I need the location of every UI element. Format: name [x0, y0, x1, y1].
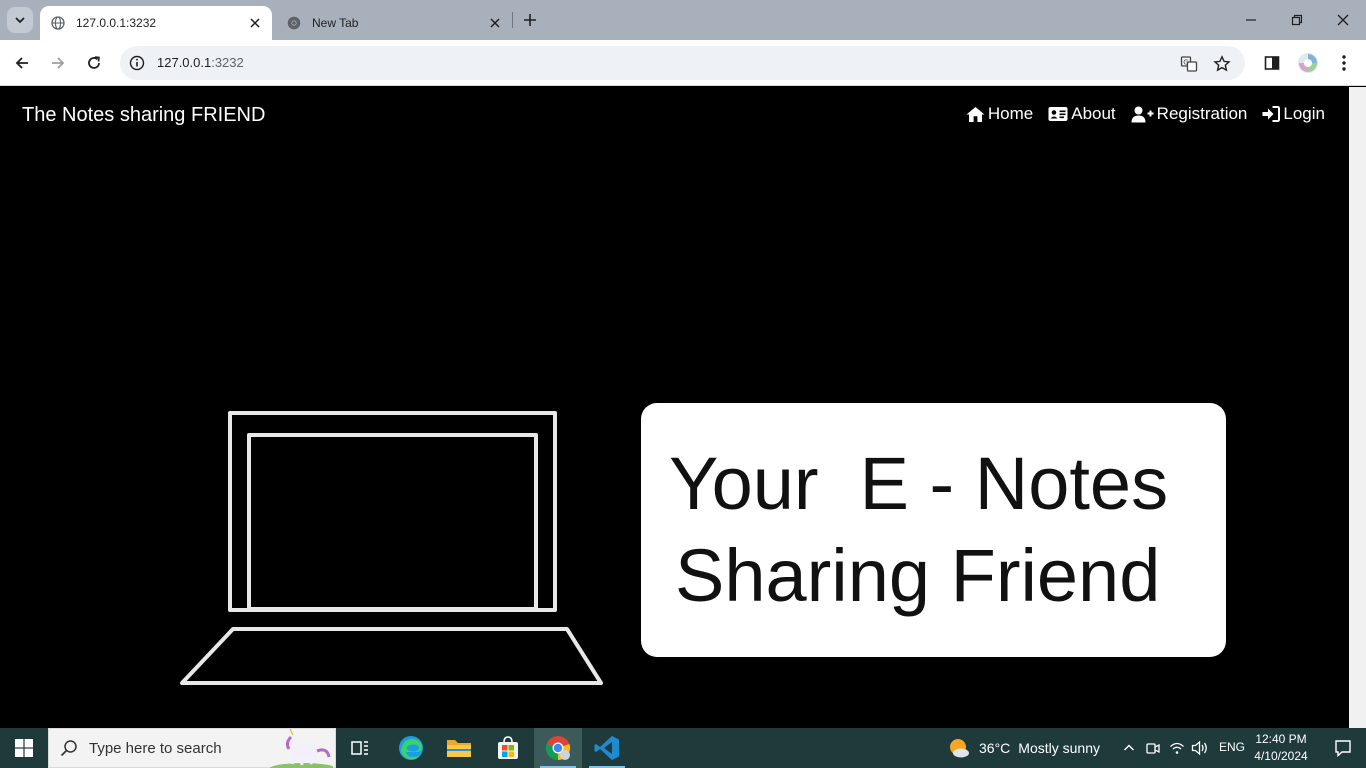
notification-center-button[interactable]: [1320, 728, 1366, 768]
page-scrollbar[interactable]: [1349, 87, 1366, 728]
hero-title-line-1: Your E - Notes: [669, 442, 1169, 525]
chevron-up-icon[interactable]: [1119, 738, 1139, 758]
laptop-illustration: [180, 411, 603, 685]
volume-icon[interactable]: [1190, 738, 1210, 758]
nav-login[interactable]: Login: [1262, 104, 1325, 124]
start-button[interactable]: [0, 728, 48, 768]
system-clock[interactable]: 12:40 PM 4/10/2024: [1252, 731, 1310, 765]
input-language[interactable]: ENG: [1219, 740, 1245, 754]
site-brand[interactable]: The Notes sharing FRIEND: [22, 104, 265, 127]
minimize-icon: [1246, 19, 1256, 21]
avatar: [1298, 53, 1318, 73]
taskbar-search[interactable]: Type here to search: [48, 728, 336, 768]
search-placeholder: Type here to search: [89, 739, 222, 757]
windows-logo-icon: [15, 739, 33, 757]
meet-now-icon[interactable]: [1143, 738, 1163, 758]
hero-title-line-2: Sharing Friend: [675, 534, 1161, 617]
more-vert-icon: [1342, 55, 1346, 71]
back-button[interactable]: [8, 49, 36, 77]
restore-icon: [1291, 14, 1303, 26]
arrow-left-icon: [15, 57, 28, 69]
close-icon[interactable]: [246, 14, 264, 32]
forward-button[interactable]: [44, 49, 72, 77]
store-icon: [498, 736, 518, 759]
reload-button[interactable]: [80, 49, 108, 77]
vscode-icon: [594, 736, 619, 760]
reload-icon: [88, 56, 100, 69]
hero-banner: Your E - Notes Sharing Friend: [641, 403, 1226, 657]
profile-button[interactable]: [1294, 49, 1322, 77]
chrome-icon: [286, 15, 302, 31]
sign-in-icon: [1262, 106, 1281, 122]
edge-icon: [399, 736, 423, 760]
address-url[interactable]: 127.0.0.1:3232: [157, 55, 244, 70]
chrome-icon: [545, 736, 571, 761]
tab-title: 127.0.0.1:3232: [76, 16, 157, 30]
globe-icon: [50, 15, 66, 31]
file-explorer-icon: [447, 740, 471, 757]
nav-login-label: Login: [1283, 104, 1325, 123]
tab-title: New Tab: [312, 16, 359, 30]
info-icon[interactable]: [128, 54, 146, 72]
clock-date: 4/10/2024: [1254, 749, 1308, 763]
file-explorer-app[interactable]: [435, 728, 483, 768]
side-panel-icon: [1264, 56, 1280, 70]
star-icon[interactable]: [1212, 54, 1232, 74]
url-host: 127.0.0.1: [157, 55, 212, 70]
close-icon: [1337, 14, 1349, 26]
nav-about[interactable]: About: [1048, 104, 1116, 124]
id-card-icon: [1048, 107, 1068, 121]
notification-icon: [1335, 740, 1351, 757]
svg-text:G: G: [1183, 59, 1188, 67]
browser-toolbar: 127.0.0.1:3232 G: [0, 40, 1366, 86]
clock-time: 12:40 PM: [1255, 732, 1307, 746]
nav-home[interactable]: Home: [966, 104, 1033, 124]
chevron-down-icon: [15, 17, 25, 24]
menu-button[interactable]: [1330, 49, 1358, 77]
nav-registration-label: Registration: [1156, 104, 1248, 123]
nav-home-label: Home: [987, 104, 1034, 123]
nav-about-label: About: [1071, 104, 1116, 123]
vscode-app[interactable]: [583, 728, 631, 768]
translate-icon[interactable]: G: [1179, 54, 1199, 74]
restore-button[interactable]: [1274, 6, 1320, 34]
task-view-icon: [351, 741, 368, 755]
web-page: The Notes sharing FRIEND Home About Regi…: [0, 87, 1349, 728]
arrow-right-icon: [52, 57, 65, 69]
edge-app[interactable]: [387, 728, 435, 768]
side-panel-button[interactable]: [1258, 49, 1286, 77]
sun-cloud-icon: [950, 739, 969, 758]
wifi-icon[interactable]: [1167, 738, 1187, 758]
weather-widget[interactable]: 36°C Mostly sunny: [947, 728, 1100, 768]
url-port: :3232: [211, 55, 244, 70]
search-icon: [49, 728, 89, 768]
tab-separator: [512, 12, 513, 28]
main-nav: Home About Registration Login: [966, 104, 1325, 124]
tab-new-tab[interactable]: New Tab: [276, 6, 512, 40]
task-view-button[interactable]: [336, 728, 384, 768]
address-bar[interactable]: 127.0.0.1:3232 G: [120, 46, 1245, 80]
user-plus-icon: [1131, 106, 1154, 122]
home-icon: [966, 106, 985, 122]
close-window-button[interactable]: [1320, 6, 1366, 34]
tab-localhost[interactable]: 127.0.0.1:3232: [40, 6, 272, 40]
plus-icon: [524, 14, 536, 26]
windows-taskbar: Type here to search 36°C Mostly sunny EN…: [0, 728, 1366, 768]
minimize-button[interactable]: [1228, 6, 1274, 34]
new-tab-button[interactable]: [519, 9, 541, 31]
weather-temp: 36°C: [979, 740, 1011, 756]
weather-condition: Mostly sunny: [1018, 740, 1100, 756]
unicorn-illustration: [269, 729, 333, 768]
nav-registration[interactable]: Registration: [1131, 104, 1248, 124]
tab-search-button[interactable]: [7, 7, 33, 33]
close-icon[interactable]: [486, 14, 504, 32]
store-app[interactable]: [484, 728, 532, 768]
chrome-app[interactable]: [534, 728, 582, 768]
browser-tabstrip: 127.0.0.1:3232 New Tab: [0, 0, 1366, 40]
